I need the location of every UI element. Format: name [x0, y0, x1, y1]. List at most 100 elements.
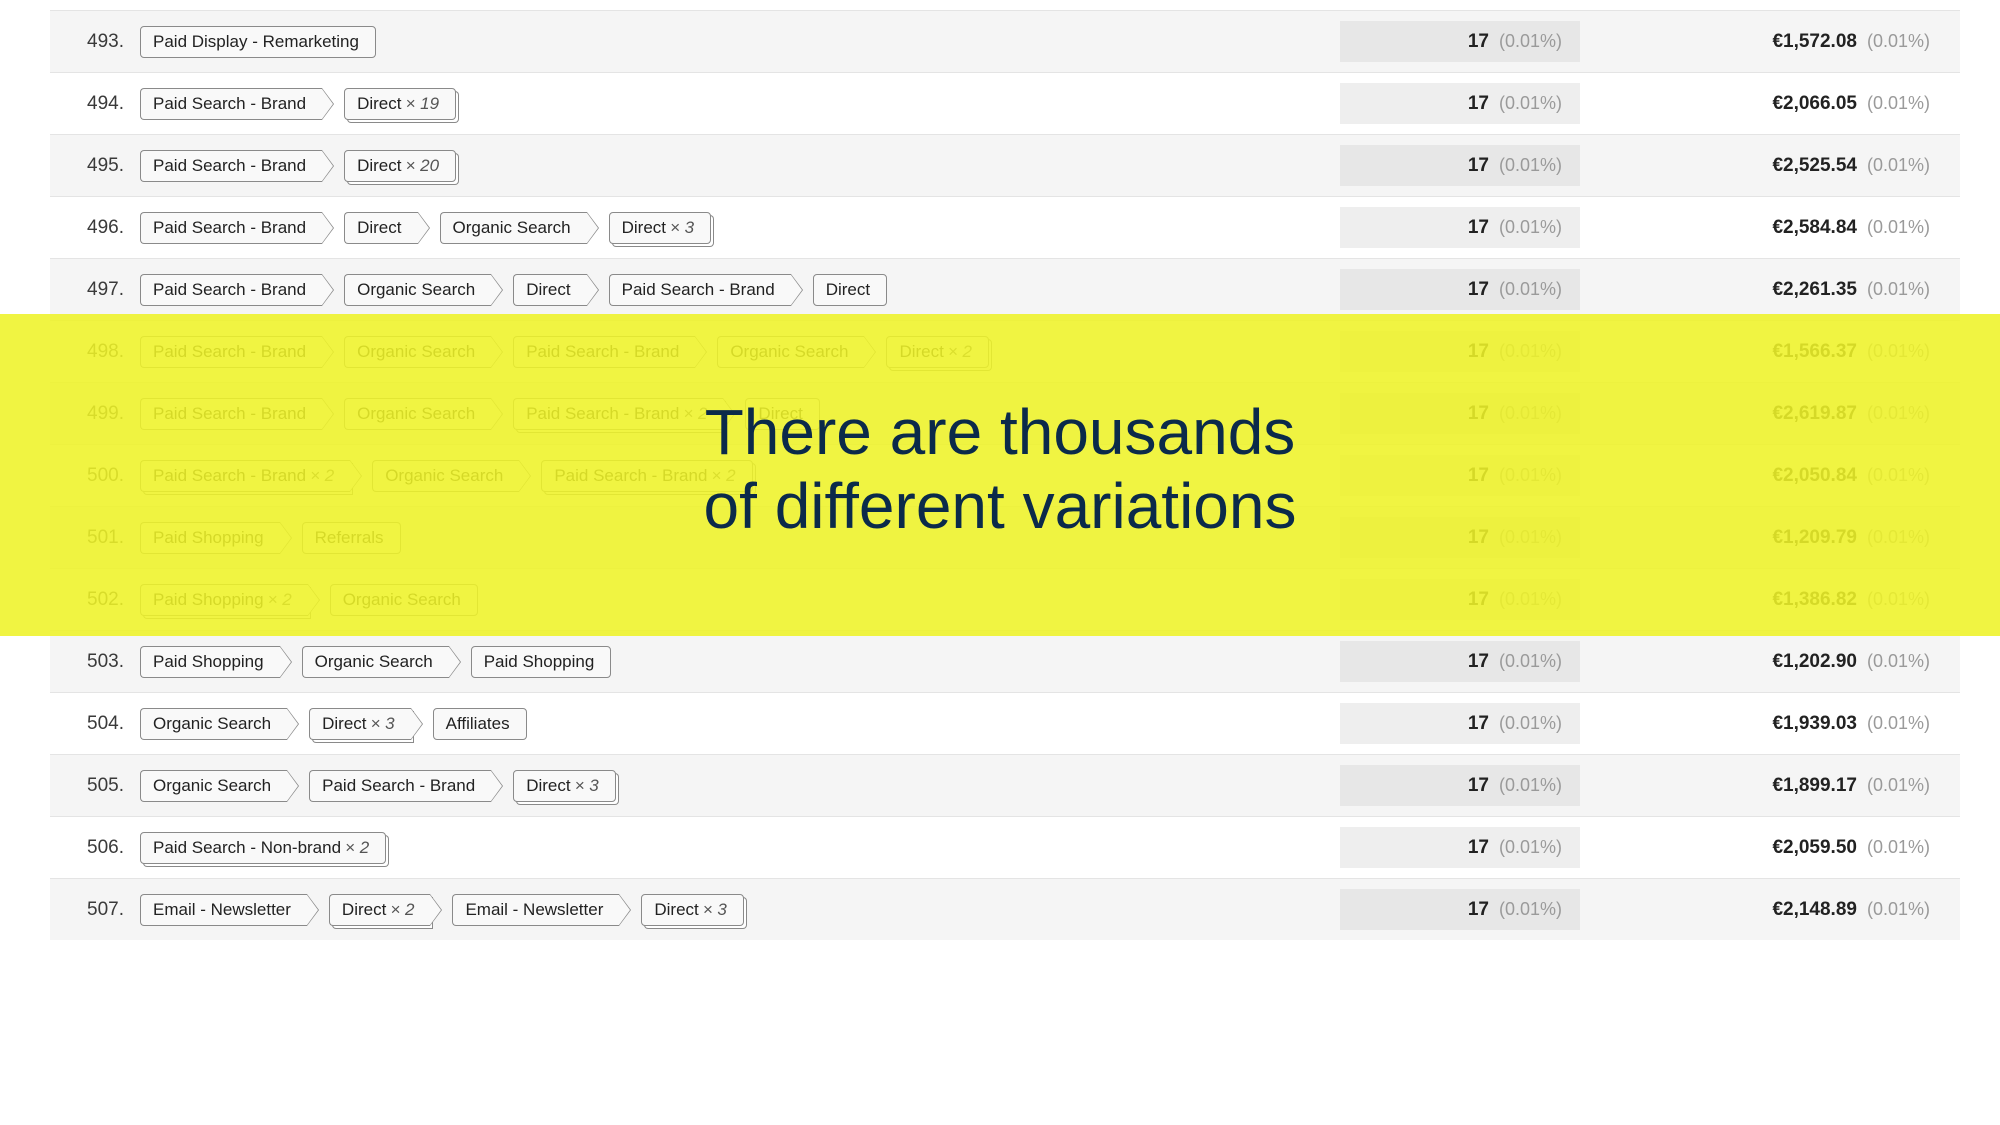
channel-chip[interactable]: Paid Search - Brand	[140, 274, 322, 306]
channel-chip[interactable]: Direct × 3	[309, 708, 411, 740]
channel-label: Organic Search	[357, 280, 475, 300]
table-row[interactable]: 498.Paid Search - BrandOrganic SearchPai…	[50, 320, 1960, 382]
channel-chip[interactable]: Organic Search	[344, 336, 491, 368]
channel-chip[interactable]: Direct	[745, 398, 819, 430]
table-row[interactable]: 496.Paid Search - BrandDirectOrganic Sea…	[50, 196, 1960, 258]
conversions-value: 17	[1468, 31, 1489, 53]
revenue-value: €2,261.35	[1772, 279, 1857, 301]
row-number: 500.	[50, 465, 140, 487]
channel-chip[interactable]: Direct	[813, 274, 887, 306]
channel-chip[interactable]: Paid Shopping	[140, 646, 280, 678]
row-number: 503.	[50, 651, 140, 673]
channel-chip[interactable]: Organic Search	[140, 770, 287, 802]
revenue-pct: (0.01%)	[1867, 279, 1930, 300]
conversions-pct: (0.01%)	[1499, 403, 1562, 424]
table-row[interactable]: 495.Paid Search - Brand Direct × 20 17(0.0…	[50, 134, 1960, 196]
conversions-cell: 17(0.01%)	[1340, 703, 1580, 744]
channel-label: Affiliates	[446, 714, 510, 734]
channel-chip[interactable]: Direct × 3	[609, 212, 712, 244]
table-row[interactable]: 500.Paid Search - Brand × 2Organic Searc…	[50, 444, 1960, 506]
channel-chip[interactable]: Paid Search - Brand	[609, 274, 791, 306]
channel-chip[interactable]: Direct × 3	[641, 894, 744, 926]
channel-chip[interactable]: Paid Search - Brand	[140, 150, 322, 182]
table-row[interactable]: 499.Paid Search - BrandOrganic SearchPai…	[50, 382, 1960, 444]
channel-chip[interactable]: Direct	[344, 212, 417, 244]
revenue-pct: (0.01%)	[1867, 899, 1930, 920]
row-number: 505.	[50, 775, 140, 797]
channel-chip[interactable]: Paid Search - Brand	[140, 336, 322, 368]
table-row[interactable]: 497.Paid Search - BrandOrganic SearchDir…	[50, 258, 1960, 320]
conversions-cell: 17(0.01%)	[1340, 145, 1580, 186]
channel-multiplier: × 3	[670, 218, 694, 238]
channel-chip[interactable]: Paid Shopping × 2	[140, 584, 308, 616]
revenue-value: €1,202.90	[1772, 651, 1857, 673]
channel-chip[interactable]: Organic Search	[440, 212, 587, 244]
conversion-path: Paid Search - Brand Organic Search Paid Se…	[140, 398, 1340, 430]
channel-chip[interactable]: Direct	[513, 274, 586, 306]
channel-multiplier: × 20	[406, 156, 440, 176]
revenue-pct: (0.01%)	[1867, 775, 1930, 796]
channel-chip[interactable]: Paid Search - Brand × 2	[513, 398, 723, 430]
channel-chip[interactable]: Paid Shopping	[140, 522, 280, 554]
channel-chip[interactable]: Direct × 20	[344, 150, 456, 182]
channel-chip[interactable]: Organic Search	[717, 336, 864, 368]
channel-chip[interactable]: Paid Search - Brand	[140, 398, 322, 430]
table-row[interactable]: 501.Paid ShoppingReferrals17(0.01%)€1,20…	[50, 506, 1960, 568]
channel-chip[interactable]: Direct × 19	[344, 88, 456, 120]
channel-chip[interactable]: Paid Search - Brand	[513, 336, 695, 368]
row-number: 495.	[50, 155, 140, 177]
conversions-value: 17	[1468, 341, 1489, 363]
channel-chip[interactable]: Email - Newsletter	[140, 894, 307, 926]
channel-label: Referrals	[315, 528, 384, 548]
conversion-path: Paid Shopping Referrals	[140, 522, 1340, 554]
channel-label: Paid Search - Brand	[153, 218, 306, 238]
channel-chip[interactable]: Organic Search	[302, 646, 449, 678]
table-row[interactable]: 503. Paid Shopping Organic Search Paid Shop…	[50, 630, 1960, 692]
revenue-cell: €2,525.54(0.01%)	[1580, 155, 1960, 177]
revenue-pct: (0.01%)	[1867, 93, 1930, 114]
row-number: 504.	[50, 713, 140, 735]
channel-chip[interactable]: Paid Search - Brand × 2	[541, 460, 752, 492]
channel-chip[interactable]: Paid Search - Brand	[309, 770, 491, 802]
channel-chip[interactable]: Organic Search	[344, 274, 491, 306]
channel-label: Organic Search	[357, 342, 475, 362]
table-row[interactable]: 504.Organic Search Direct × 3 Affiliates 17…	[50, 692, 1960, 754]
channel-chip[interactable]: Referrals	[302, 522, 401, 554]
channel-chip[interactable]: Organic Search	[330, 584, 478, 616]
channel-multiplier: × 2	[390, 900, 414, 920]
table-row[interactable]: 493.Paid Display - Remarketing17(0.01%)€…	[50, 10, 1960, 72]
revenue-pct: (0.01%)	[1867, 341, 1930, 362]
conversions-value: 17	[1468, 651, 1489, 673]
channel-chip[interactable]: Paid Search - Brand × 2	[140, 460, 350, 492]
table-row[interactable]: 506.Paid Search - Non-brand × 217(0.01%)…	[50, 816, 1960, 878]
revenue-value: €2,066.05	[1772, 93, 1857, 115]
channel-label: Paid Shopping	[153, 652, 264, 672]
revenue-value: €1,939.03	[1772, 713, 1857, 735]
channel-chip[interactable]: Paid Search - Brand	[140, 88, 322, 120]
table-row[interactable]: 502.Paid Shopping × 2Organic Search17(0.…	[50, 568, 1960, 630]
channel-label: Organic Search	[357, 404, 475, 424]
channel-chip[interactable]: Direct × 2	[329, 894, 431, 926]
channel-chip[interactable]: Direct × 3	[513, 770, 616, 802]
channel-chip[interactable]: Paid Display - Remarketing	[140, 26, 376, 58]
channel-chip[interactable]: Email - Newsletter	[452, 894, 619, 926]
channel-chip[interactable]: Paid Search - Brand	[140, 212, 322, 244]
table-row[interactable]: 494.Paid Search - BrandDirect × 1917(0.0…	[50, 72, 1960, 134]
channel-chip[interactable]: Organic Search	[140, 708, 287, 740]
row-number: 497.	[50, 279, 140, 301]
table-row[interactable]: 507.Email - NewsletterDirect × 2Email - …	[50, 878, 1960, 940]
conversion-path: Paid Search - Brand Organic Search Paid Se…	[140, 336, 1340, 368]
table-row[interactable]: 505.Organic Search Paid Search - Brand Dir…	[50, 754, 1960, 816]
channel-label: Direct	[654, 900, 698, 920]
channel-chip[interactable]: Paid Shopping	[471, 646, 612, 678]
channel-chip[interactable]: Organic Search	[372, 460, 519, 492]
conversions-pct: (0.01%)	[1499, 775, 1562, 796]
channel-chip[interactable]: Affiliates	[433, 708, 527, 740]
channel-chip[interactable]: Organic Search	[344, 398, 491, 430]
revenue-value: €2,059.50	[1772, 837, 1857, 859]
channel-label: Paid Shopping	[153, 528, 264, 548]
conversions-pct: (0.01%)	[1499, 837, 1562, 858]
channel-chip[interactable]: Paid Search - Non-brand × 2	[140, 832, 386, 864]
channel-chip[interactable]: Direct × 2	[886, 336, 989, 368]
channel-label: Paid Search - Brand	[554, 466, 707, 486]
